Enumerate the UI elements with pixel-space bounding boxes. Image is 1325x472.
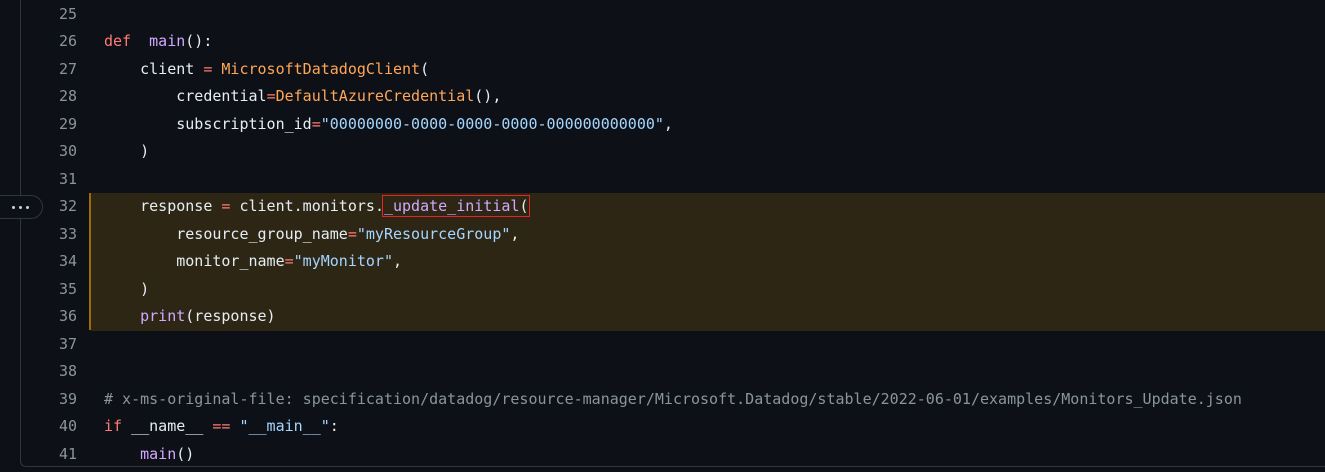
line-number[interactable]: 36: [20, 303, 77, 331]
line-number[interactable]: 29: [20, 111, 77, 139]
code-text: print(response): [104, 307, 276, 325]
line-number[interactable]: 28: [20, 83, 77, 111]
code-text: def main():: [104, 32, 213, 50]
line-number[interactable]: 27: [20, 56, 77, 84]
code-text: ): [104, 142, 150, 160]
line-number[interactable]: 25: [20, 1, 77, 29]
line-number[interactable]: 39: [20, 386, 77, 414]
line-number[interactable]: 38: [20, 358, 77, 386]
code-text: client = MicrosoftDatadogClient(: [104, 59, 430, 78]
code-text: response = client.monitors._update_initi…: [104, 195, 531, 217]
code-text: credential=DefaultAzureCredential(),: [104, 87, 502, 105]
line-number[interactable]: 34: [20, 248, 77, 276]
line-number[interactable]: 40: [20, 413, 77, 441]
code-text: subscription_id="00000000-0000-0000-0000…: [104, 114, 673, 133]
expand-lines-button[interactable]: [0, 195, 43, 219]
line-number[interactable]: 26: [20, 28, 77, 56]
annotation-box: _update_initial(: [381, 195, 531, 217]
line-number[interactable]: 37: [20, 331, 77, 359]
code-text: ): [104, 279, 150, 298]
code-text: monitor_name="myMonitor",: [104, 252, 403, 270]
code-text: resource_group_name="myResourceGroup",: [104, 224, 520, 243]
ellipsis-icon: [12, 205, 15, 209]
code-text: # x-ms-original-file: specification/data…: [104, 389, 1242, 408]
line-number[interactable]: 33: [20, 221, 77, 249]
line-number[interactable]: 31: [20, 166, 77, 194]
ellipsis-icon: [26, 205, 29, 209]
line-number[interactable]: 30: [20, 138, 77, 166]
line-number[interactable]: 41: [20, 441, 77, 469]
code-text: if __name__ == "__main__":: [104, 417, 339, 435]
code-text: main(): [104, 444, 195, 463]
line-number[interactable]: 35: [20, 276, 77, 304]
ellipsis-icon: [19, 205, 22, 209]
